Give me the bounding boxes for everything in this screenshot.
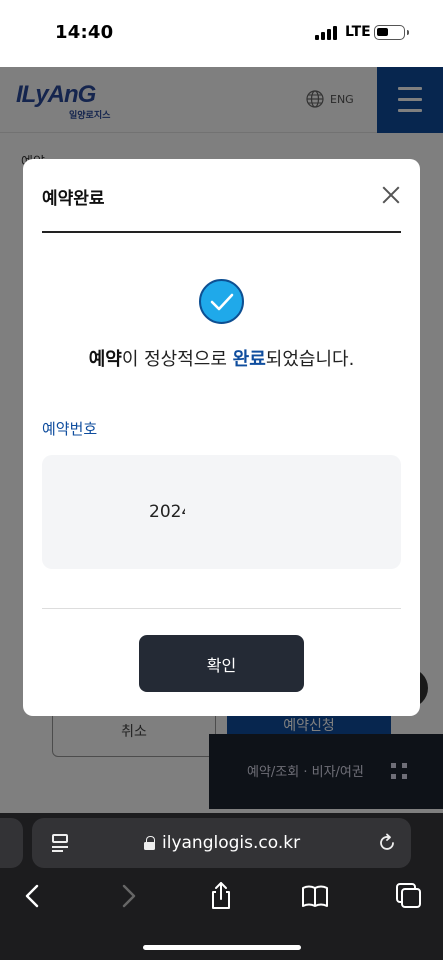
previous-tab-preview[interactable] <box>0 818 23 868</box>
completion-message: 예약이 정상적으로 완료되었습니다. <box>88 349 355 370</box>
network-label: LTE <box>345 24 371 40</box>
confirm-button[interactable]: 확인 <box>139 635 304 692</box>
address-bar[interactable]: ilyanglogis.co.kr <box>32 818 411 868</box>
reservation-complete-dialog: 예약완료 예약이 정상적으로 완료되었습니다. 예약번호 2024 확인 <box>23 159 420 716</box>
reload-icon[interactable] <box>377 833 397 853</box>
lock-icon <box>144 836 155 850</box>
reservation-number-label: 예약번호 <box>42 420 98 438</box>
divider <box>42 231 401 233</box>
bookmarks-icon[interactable] <box>300 881 330 911</box>
reservation-number-box: 2024 <box>42 455 401 569</box>
forward-icon[interactable] <box>113 881 143 911</box>
home-indicator <box>143 945 301 950</box>
battery-icon <box>374 25 409 40</box>
share-icon[interactable] <box>206 881 236 911</box>
url-text: ilyanglogis.co.kr <box>162 833 301 853</box>
browser-toolbar: ilyanglogis.co.kr <box>0 813 443 960</box>
status-bar: 14:40 LTE <box>0 0 443 67</box>
tabs-icon[interactable] <box>394 881 424 911</box>
url-display[interactable]: ilyanglogis.co.kr <box>144 833 300 853</box>
page-format-icon[interactable] <box>52 834 68 852</box>
back-icon[interactable] <box>18 881 48 911</box>
status-time: 14:40 <box>55 22 114 43</box>
close-icon[interactable] <box>381 185 401 205</box>
dialog-title: 예약완료 <box>42 189 105 209</box>
reservation-number-value: 2024 <box>149 502 185 522</box>
signal-icon <box>315 26 339 40</box>
check-circle-icon <box>199 279 244 324</box>
divider <box>42 608 401 609</box>
